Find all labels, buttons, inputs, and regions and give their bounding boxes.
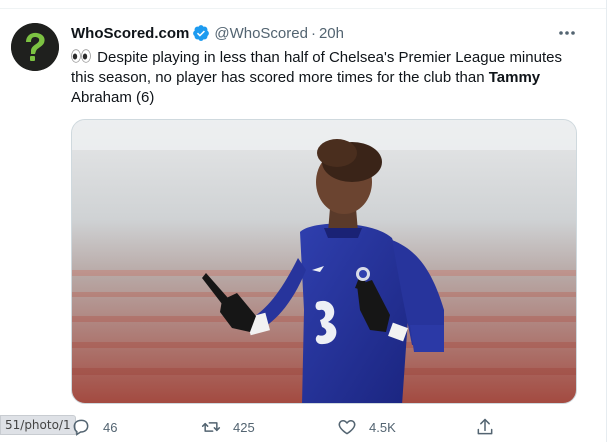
avatar[interactable] <box>11 23 59 71</box>
reply-button[interactable]: 46 <box>71 416 117 438</box>
heart-icon <box>337 417 357 437</box>
timestamp[interactable]: 20h <box>319 25 344 42</box>
reply-icon <box>71 417 91 437</box>
tweet-actions: 46 425 4.5K <box>71 416 511 438</box>
tweet-header: WhoScored.com @WhoScored · 20h <box>71 22 344 44</box>
retweet-count: 425 <box>233 419 255 435</box>
tweet[interactable]: WhoScored.com @WhoScored · 20h Despite p… <box>0 0 607 442</box>
reply-count: 46 <box>103 419 118 435</box>
like-button[interactable]: 4.5K <box>337 416 396 438</box>
handle[interactable]: @WhoScored <box>214 25 308 42</box>
share-button[interactable] <box>475 416 495 438</box>
tweet-text-bold: Tammy <box>488 69 541 86</box>
browser-url-fragment: 51/photo/1 <box>0 415 76 435</box>
retweet-icon <box>201 417 221 437</box>
like-count: 4.5K <box>369 419 396 435</box>
tweet-text-end: Abraham (6) <box>71 89 155 106</box>
retweet-button[interactable]: 425 <box>201 416 255 438</box>
tweet-photo[interactable] <box>71 119 577 404</box>
eyes-emoji-icon <box>71 49 93 63</box>
display-name[interactable]: WhoScored.com <box>71 25 189 42</box>
whoscored-logo-icon <box>11 23 59 71</box>
share-icon <box>475 417 495 437</box>
tweet-text: Despite playing in less than half of Che… <box>71 48 571 108</box>
more-options-icon[interactable] <box>555 24 579 42</box>
separator: · <box>310 24 316 42</box>
verified-badge-icon <box>192 24 210 42</box>
